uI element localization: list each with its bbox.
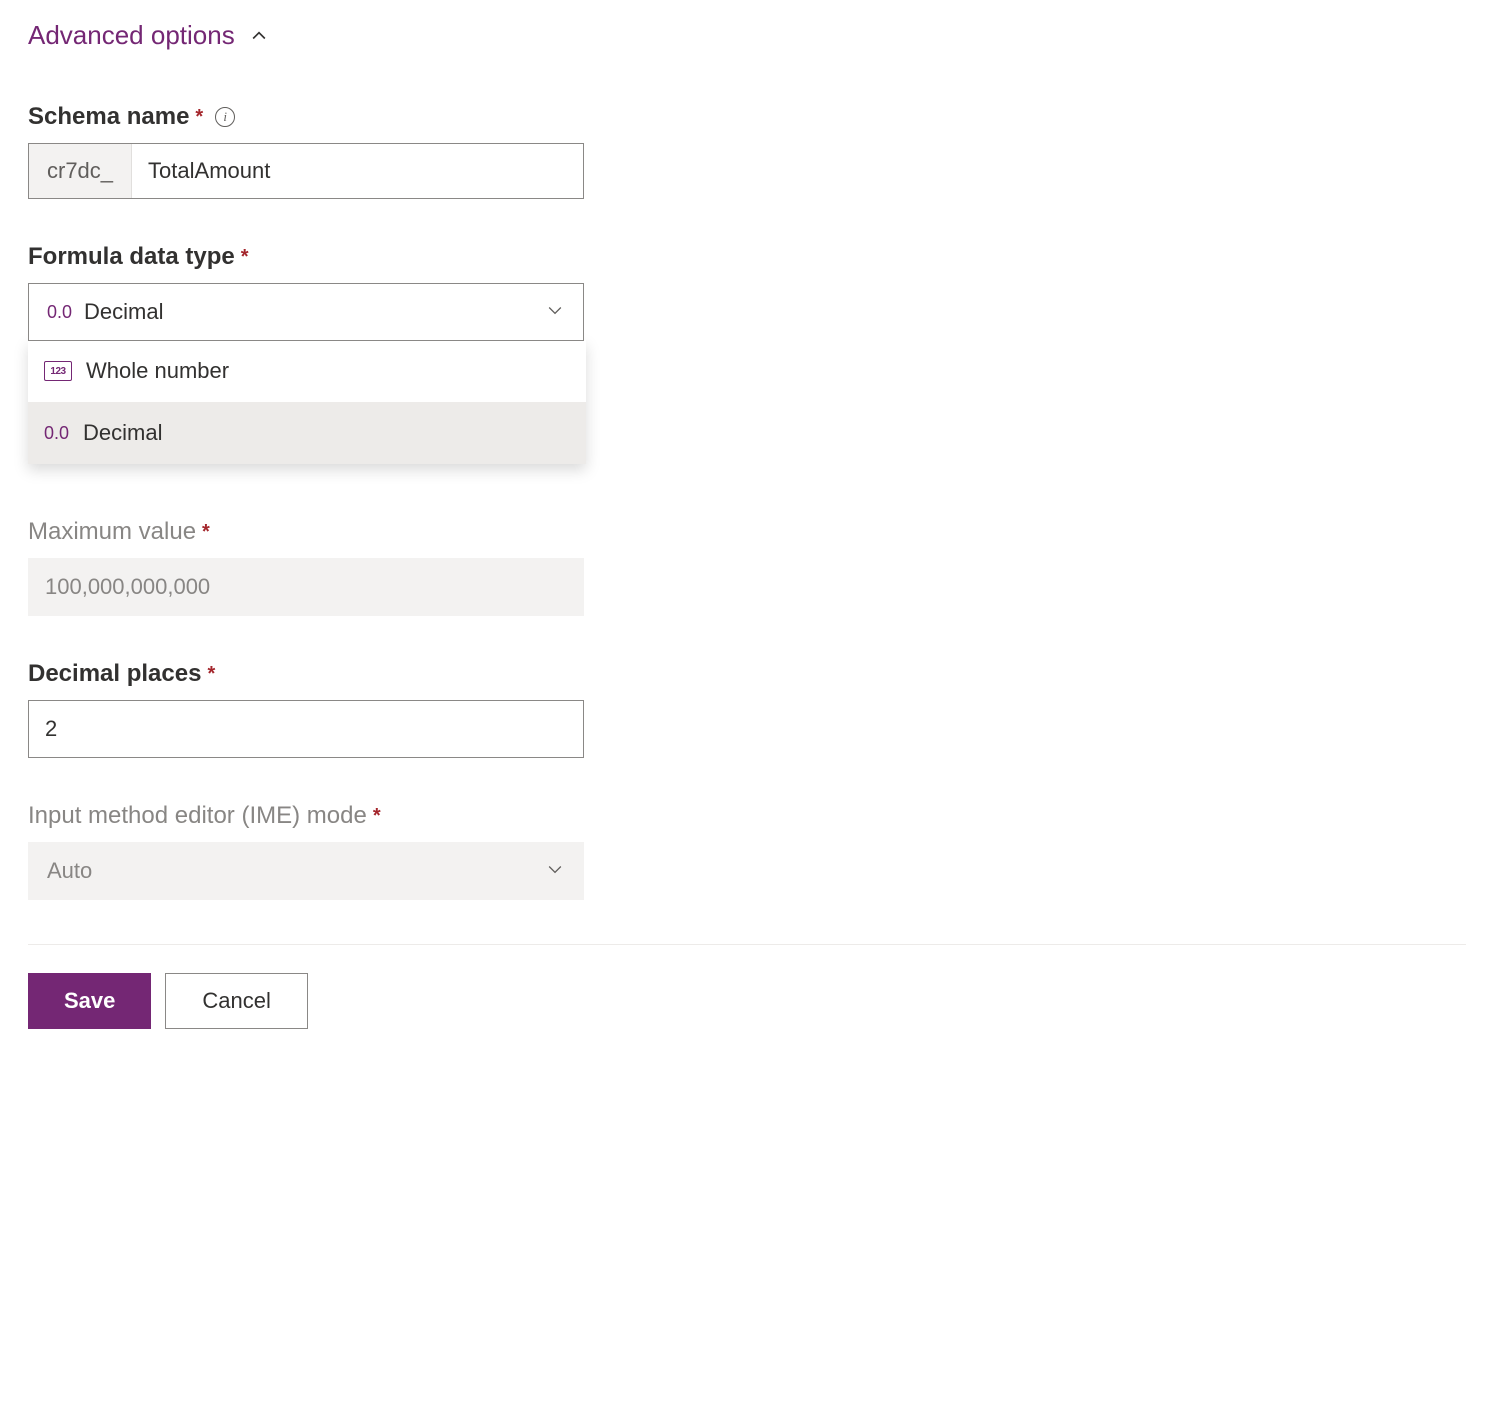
whole-number-icon: 123 — [44, 361, 72, 381]
required-indicator: * — [241, 246, 249, 269]
ime-mode-field: Input method editor (IME) mode * Auto — [28, 802, 1466, 900]
required-indicator: * — [207, 663, 215, 686]
schema-name-field: Schema name * i cr7dc_ — [28, 103, 1466, 199]
chevron-down-icon — [545, 859, 565, 884]
dropdown-option-label: Decimal — [83, 420, 162, 446]
advanced-options-toggle[interactable]: Advanced options — [28, 20, 1466, 51]
dropdown-option-whole-number[interactable]: 123 Whole number — [28, 340, 586, 402]
chevron-down-icon — [545, 300, 565, 325]
dropdown-option-label: Whole number — [86, 358, 229, 384]
decimal-icon: 0.0 — [44, 423, 69, 444]
maximum-value-field: Maximum value * — [28, 518, 1466, 616]
dropdown-option-decimal[interactable]: 0.0 Decimal — [28, 402, 586, 464]
schema-name-input[interactable] — [132, 144, 583, 198]
required-indicator: * — [202, 521, 210, 544]
decimal-places-field: Decimal places * — [28, 660, 1466, 758]
required-indicator: * — [195, 106, 203, 129]
schema-name-input-wrap: cr7dc_ — [28, 143, 584, 199]
maximum-value-input — [28, 558, 584, 616]
chevron-up-icon — [249, 26, 269, 46]
formula-data-type-select[interactable]: 0.0 Decimal — [28, 283, 584, 341]
formula-data-type-value: Decimal — [84, 299, 163, 325]
save-button[interactable]: Save — [28, 973, 151, 1029]
footer-actions: Save Cancel — [28, 944, 1466, 1029]
decimal-places-label: Decimal places — [28, 660, 201, 688]
decimal-places-input[interactable] — [28, 700, 584, 758]
schema-name-label: Schema name — [28, 103, 189, 131]
maximum-value-label: Maximum value — [28, 518, 196, 546]
formula-data-type-dropdown: 123 Whole number 0.0 Decimal — [28, 340, 586, 464]
ime-mode-value: Auto — [47, 858, 92, 884]
cancel-button[interactable]: Cancel — [165, 973, 307, 1029]
ime-mode-select: Auto — [28, 842, 584, 900]
schema-name-prefix: cr7dc_ — [29, 144, 132, 198]
required-indicator: * — [373, 805, 381, 828]
advanced-options-label: Advanced options — [28, 20, 235, 51]
formula-data-type-label: Formula data type — [28, 243, 235, 271]
ime-mode-label: Input method editor (IME) mode — [28, 802, 367, 830]
formula-data-type-field: Formula data type * 0.0 Decimal 123 Whol… — [28, 243, 1466, 464]
decimal-icon: 0.0 — [47, 302, 72, 323]
info-icon[interactable]: i — [215, 107, 235, 127]
